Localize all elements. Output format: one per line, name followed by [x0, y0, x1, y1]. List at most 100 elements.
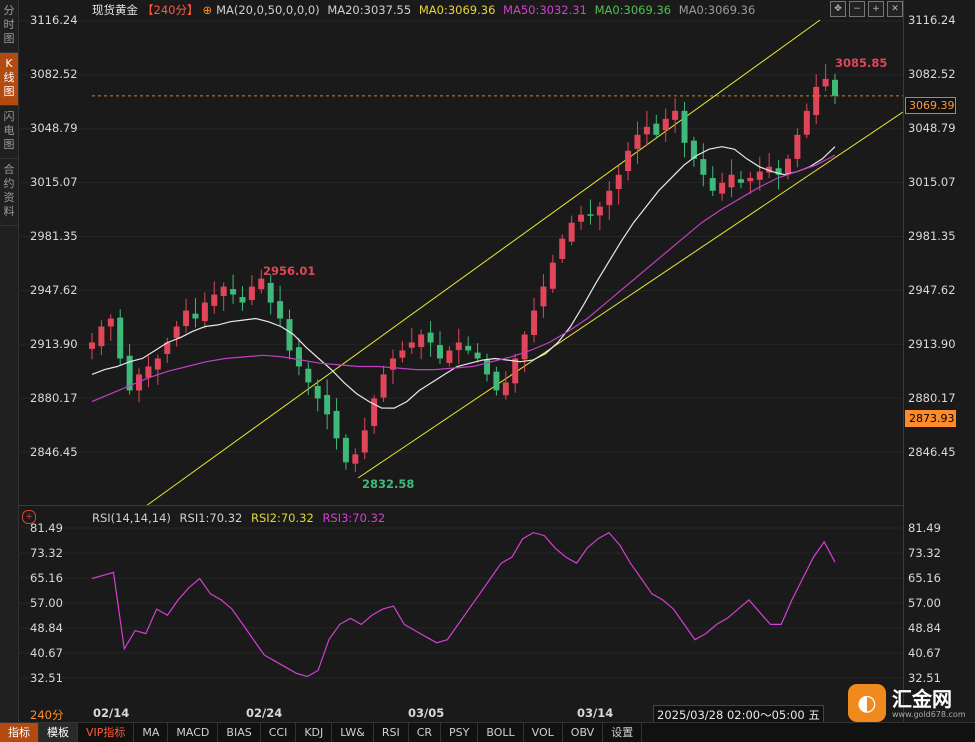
candle-body: [747, 177, 754, 182]
candle-body: [201, 302, 208, 322]
candle-body: [662, 118, 669, 131]
candle-body: [719, 182, 726, 194]
candle-body: [606, 190, 613, 206]
candle-body: [625, 150, 632, 172]
candle-body: [521, 334, 528, 360]
candle-body: [436, 345, 443, 359]
candle-body: [248, 286, 255, 301]
tab-7[interactable]: KDJ: [296, 723, 333, 742]
candle-body: [173, 326, 180, 339]
price-label-right: 3116.24: [908, 13, 956, 27]
candle-body: [314, 385, 321, 399]
rsi-label-right: 48.84: [908, 621, 941, 635]
rsi-label-left: 73.32: [30, 546, 63, 560]
rsi-label-left: 57.00: [30, 596, 63, 610]
candle-body: [220, 286, 227, 296]
candle-body: [512, 358, 519, 384]
kline-chart[interactable]: [0, 0, 975, 741]
candle-body: [399, 350, 406, 358]
price-label-left: 2880.17: [30, 391, 78, 405]
candle-body: [89, 342, 95, 349]
candle-body: [634, 134, 641, 149]
candle-body: [615, 174, 622, 190]
candle-body: [794, 134, 801, 159]
candle-body: [277, 301, 284, 319]
tab-8[interactable]: LW&: [332, 723, 374, 742]
candle-body: [352, 454, 359, 464]
logo-url: www.gold678.com: [892, 709, 966, 719]
candle-body: [549, 262, 556, 289]
price-label-left: 2846.45: [30, 445, 78, 459]
rsi-line: [91, 531, 836, 678]
rsi-label-left: 65.16: [30, 571, 63, 585]
low-annotation: 2832.58: [362, 477, 415, 491]
candle-body: [98, 326, 105, 347]
candle-body: [258, 278, 265, 290]
candle-body: [239, 297, 246, 303]
candle-body: [192, 313, 199, 319]
candle-body: [672, 110, 679, 120]
candle-body: [700, 159, 707, 175]
candle-body: [832, 79, 838, 96]
tab-6[interactable]: CCI: [261, 723, 297, 742]
candle-body: [502, 382, 509, 396]
rsi-label-left: 81.49: [30, 521, 63, 535]
panel-divider: [18, 505, 903, 506]
candle-body: [455, 342, 462, 351]
rsi-header: RSI(14,14,14) RSI1:70.32 RSI2:70.32 RSI3…: [92, 511, 390, 525]
candle-body: [756, 171, 763, 180]
candle-body: [380, 374, 387, 398]
tab-9[interactable]: RSI: [374, 723, 409, 742]
tab-1[interactable]: 模板: [39, 723, 78, 742]
candle-body: [559, 238, 566, 259]
tab-10[interactable]: CR: [409, 723, 442, 742]
tab-4[interactable]: MACD: [168, 723, 219, 742]
candle-body: [211, 294, 218, 306]
candle-body: [578, 214, 585, 222]
candle-body: [653, 123, 660, 135]
candle-body: [493, 371, 500, 391]
price-label-left: 3015.07: [30, 175, 78, 189]
tab-3[interactable]: MA: [134, 723, 169, 742]
rsi-title[interactable]: RSI(14,14,14): [92, 511, 171, 525]
candle-body: [568, 222, 575, 242]
price-label-left: 2981.35: [30, 229, 78, 243]
tab-11[interactable]: PSY: [441, 723, 479, 742]
rsi-label-right: 32.51: [908, 671, 941, 685]
candle-body: [813, 86, 820, 116]
price-label-right: 2981.35: [908, 229, 956, 243]
tab-5[interactable]: BIAS: [218, 723, 261, 742]
tab-13[interactable]: VOL: [524, 723, 563, 742]
rsi-label-right: 81.49: [908, 521, 941, 535]
candle-body: [230, 289, 237, 295]
tab-15[interactable]: 设置: [603, 723, 643, 742]
candle-body: [728, 174, 735, 188]
tab-2[interactable]: VIP指标: [78, 723, 135, 742]
price-label-left: 2913.90: [30, 337, 78, 351]
rsi-label-right: 65.16: [908, 571, 941, 585]
candle-body: [822, 78, 829, 87]
candle-body: [324, 394, 331, 415]
tab-14[interactable]: OBV: [563, 723, 604, 742]
candle-body: [154, 358, 161, 370]
price-label-left: 3048.79: [30, 121, 78, 135]
candle-body: [107, 318, 114, 327]
period-selector[interactable]: 240分: [30, 707, 63, 723]
tab-12[interactable]: BOLL: [478, 723, 524, 742]
candle-body: [333, 410, 340, 439]
rsi-label-left: 32.51: [30, 671, 63, 685]
tab-0[interactable]: 指标: [0, 723, 39, 742]
mid-high-annotation: 2956.01: [263, 264, 316, 278]
price-label-right: 3048.79: [908, 121, 956, 135]
rsi1-value: RSI1:70.32: [179, 511, 243, 525]
candle-body: [803, 110, 810, 135]
candle-body: [446, 350, 453, 363]
rsi-label-right: 57.00: [908, 596, 941, 610]
candle-body: [286, 319, 293, 351]
candle-body: [183, 310, 190, 327]
x-label-2: 02/24: [246, 706, 283, 720]
price-label-left: 2947.62: [30, 283, 78, 297]
candle-body: [361, 430, 368, 453]
price-label-right: 2947.62: [908, 283, 956, 297]
price-label-right: 2913.90: [908, 337, 956, 351]
